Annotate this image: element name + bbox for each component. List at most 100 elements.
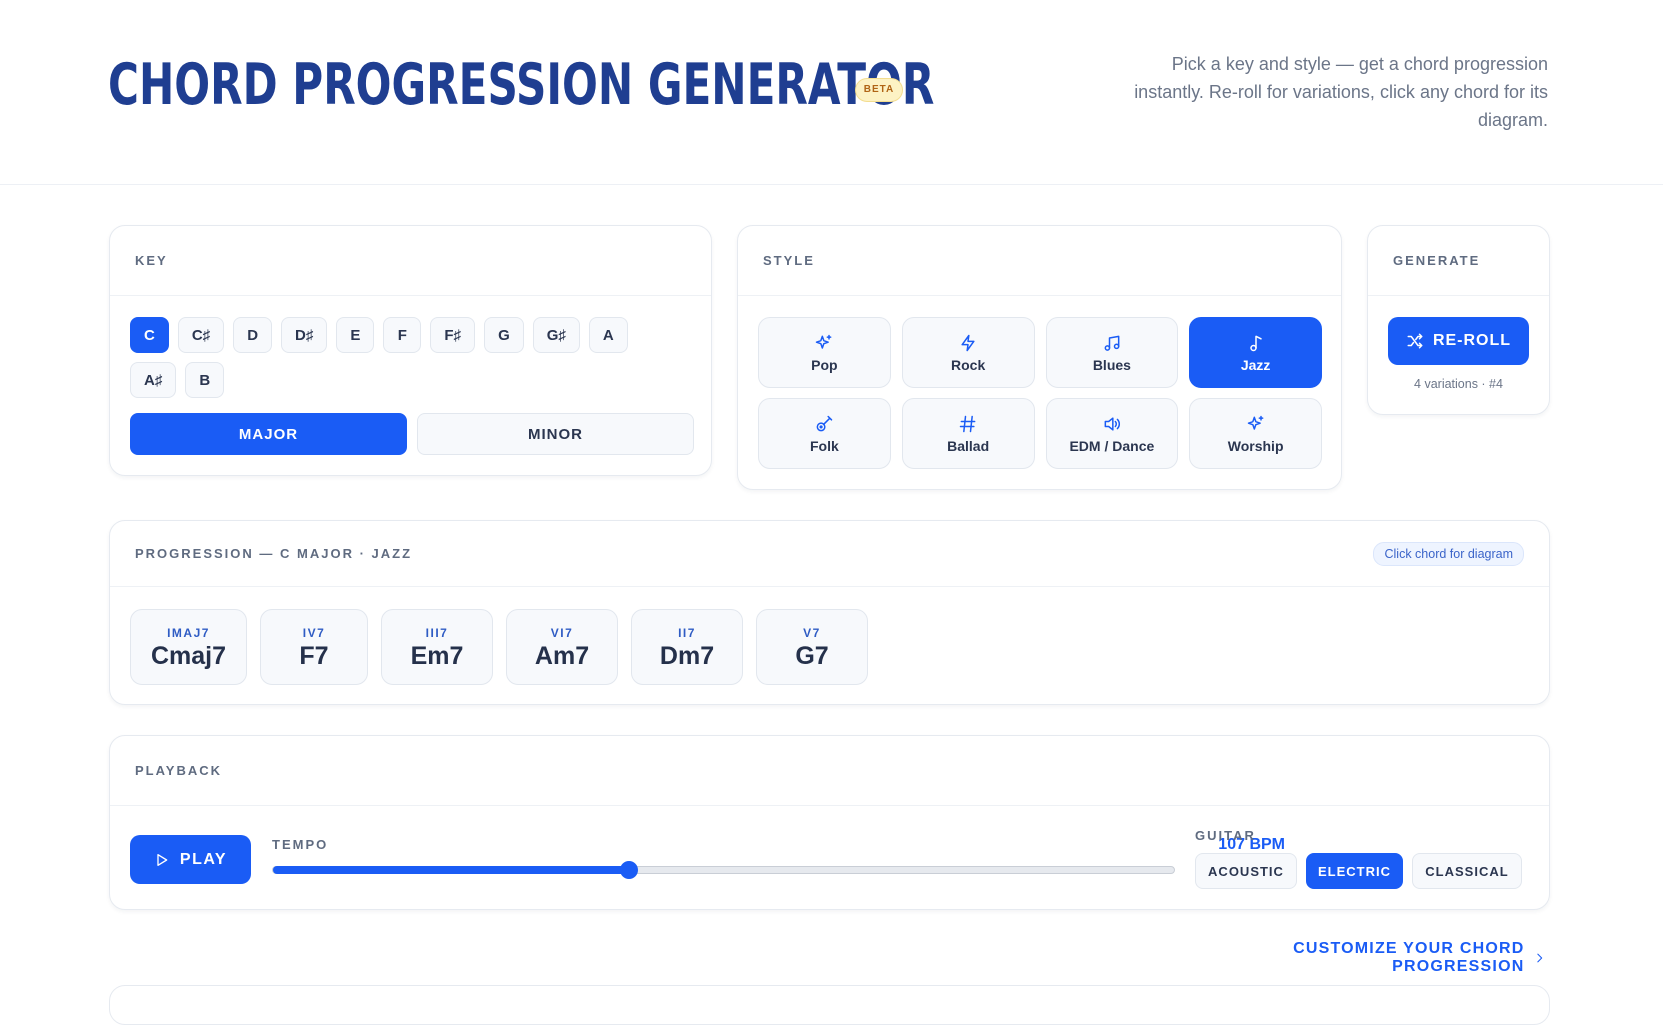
chord-card-f7[interactable]: IV7 F7 xyxy=(260,609,368,685)
playback-card: PLAYBACK PLAY TEMPO 107 BPM GUITAR ACOUS… xyxy=(109,735,1550,910)
key-button-c[interactable]: C xyxy=(130,317,169,353)
chord-name: Am7 xyxy=(534,641,590,670)
key-label: KEY xyxy=(135,253,168,268)
tempo-bpm: 107 BPM xyxy=(1218,836,1285,853)
play-icon xyxy=(157,853,168,866)
style-button-blues[interactable]: Blues xyxy=(1045,317,1179,388)
chord-list: IMAJ7 Cmaj7 IV7 F7 III7 Em7 VI7 Am7 II7 … xyxy=(130,609,868,685)
progression-label: PROGRESSION — C MAJOR · JAZZ xyxy=(135,546,413,561)
generate-label: GENERATE xyxy=(1393,253,1481,268)
tempo-label: TEMPO xyxy=(272,837,329,852)
chord-numeral: VI7 xyxy=(550,625,574,640)
next-card-edge xyxy=(109,985,1550,1025)
play-label: PLAY xyxy=(179,850,228,868)
style-button-label: EDM / Dance xyxy=(1069,437,1155,454)
style-card-header: STYLE xyxy=(738,226,1341,296)
chord-name: Em7 xyxy=(410,641,464,670)
chord-numeral: II7 xyxy=(678,625,696,640)
guitar-icon xyxy=(816,415,833,431)
style-button-edm-dance[interactable]: EDM / Dance xyxy=(1045,398,1179,469)
key-card: KEY C C♯ D D♯ E F F♯ G G♯ A A♯ B MAJOR M… xyxy=(109,225,712,476)
style-button-label: Rock xyxy=(951,356,986,373)
page-tagline: Pick a key and style — get a chord progr… xyxy=(1134,54,1548,130)
music-notes-icon xyxy=(1104,335,1120,351)
key-card-header: KEY xyxy=(110,226,711,296)
style-button-folk[interactable]: Folk xyxy=(758,398,891,469)
chord-name: G7 xyxy=(795,641,829,670)
music-note-icon xyxy=(1249,335,1262,351)
guitar-label: GUITAR xyxy=(1195,828,1256,843)
style-label: STYLE xyxy=(763,253,815,268)
chord-card-em7[interactable]: III7 Em7 xyxy=(381,609,493,685)
customize-link-label: CUSTOMIZE YOUR CHORD PROGRESSION xyxy=(1293,940,1525,975)
key-selector: C C♯ D D♯ E F F♯ G G♯ A A♯ B xyxy=(130,317,670,398)
tempo-slider[interactable] xyxy=(272,861,1175,879)
lightning-icon xyxy=(961,334,975,351)
key-button-g-sharp[interactable]: G♯ xyxy=(532,317,580,353)
speaker-icon xyxy=(1104,416,1120,431)
major-button[interactable]: MAJOR xyxy=(130,413,407,455)
reroll-label: RE-ROLL xyxy=(1432,332,1512,349)
chord-name: Cmaj7 xyxy=(150,641,227,670)
hash-icon xyxy=(959,415,976,432)
beta-badge: BETA xyxy=(855,78,903,102)
style-button-ballad[interactable]: Ballad xyxy=(901,398,1035,469)
style-button-label: Ballad xyxy=(947,437,990,454)
key-button-c-sharp[interactable]: C♯ xyxy=(177,317,225,353)
progression-card: PROGRESSION — C MAJOR · JAZZ Click chord… xyxy=(109,520,1550,705)
key-button-e[interactable]: E xyxy=(336,317,375,353)
style-grid: Pop Rock Blues Jazz Folk Ballad EDM / Da… xyxy=(758,317,1322,469)
guitar-selector: ACOUSTIC ELECTRIC CLASSICAL xyxy=(1195,853,1522,889)
chord-card-cmaj7[interactable]: IMAJ7 Cmaj7 xyxy=(130,609,247,685)
guitar-button-acoustic[interactable]: ACOUSTIC xyxy=(1195,853,1297,889)
key-button-g[interactable]: G xyxy=(484,317,524,353)
style-button-worship[interactable]: Worship xyxy=(1189,398,1322,469)
generate-card: GENERATE RE-ROLL 4 variations · #4 xyxy=(1367,225,1550,415)
style-button-label: Worship xyxy=(1227,437,1284,454)
mode-toggle: MAJOR MINOR xyxy=(130,413,694,455)
chord-numeral: IV7 xyxy=(302,625,326,640)
key-button-d[interactable]: D xyxy=(233,317,273,353)
chevron-right-icon xyxy=(1537,953,1543,963)
chord-card-g7[interactable]: V7 G7 xyxy=(756,609,868,685)
guitar-button-electric[interactable]: ELECTRIC xyxy=(1306,853,1403,889)
generate-card-header: GENERATE xyxy=(1368,226,1549,296)
key-button-d-sharp[interactable]: D♯ xyxy=(281,317,328,353)
play-button[interactable]: PLAY xyxy=(130,835,251,884)
variations-count: 4 variations · #4 xyxy=(1414,377,1503,391)
chord-card-am7[interactable]: VI7 Am7 xyxy=(506,609,618,685)
chord-name: Dm7 xyxy=(659,641,715,670)
tempo-slider-fill xyxy=(273,866,629,874)
chord-numeral: V7 xyxy=(803,625,821,640)
sparkles-icon xyxy=(1247,415,1264,430)
key-button-f-sharp[interactable]: F♯ xyxy=(430,317,476,353)
minor-button[interactable]: MINOR xyxy=(417,413,694,455)
chord-card-dm7[interactable]: II7 Dm7 xyxy=(631,609,743,685)
key-button-b[interactable]: B xyxy=(185,362,225,398)
style-button-label: Blues xyxy=(1092,356,1131,373)
key-button-a-sharp[interactable]: A♯ xyxy=(130,362,177,398)
sparkles-icon xyxy=(816,334,832,349)
chord-name: F7 xyxy=(299,641,329,670)
style-button-label: Folk xyxy=(809,437,839,454)
chord-numeral: III7 xyxy=(425,625,449,640)
guitar-button-classical[interactable]: CLASSICAL xyxy=(1412,853,1522,889)
style-button-pop[interactable]: Pop xyxy=(758,317,891,388)
style-button-jazz[interactable]: Jazz xyxy=(1189,317,1322,388)
tempo-slider-thumb[interactable] xyxy=(619,861,638,879)
chord-numeral: IMAJ7 xyxy=(167,625,210,640)
reroll-button[interactable]: RE-ROLL xyxy=(1388,317,1529,365)
shuffle-icon xyxy=(1407,333,1423,349)
customize-link[interactable]: CUSTOMIZE YOUR CHORD PROGRESSION xyxy=(1170,940,1546,976)
style-card: STYLE Pop Rock Blues Jazz Folk Ballad ED… xyxy=(737,225,1342,490)
key-button-f[interactable]: F xyxy=(383,317,422,353)
playback-card-header: PLAYBACK xyxy=(110,736,1549,806)
key-button-a[interactable]: A xyxy=(588,317,628,353)
style-button-label: Jazz xyxy=(1240,356,1271,373)
playback-label: PLAYBACK xyxy=(135,763,223,778)
progression-card-header: PROGRESSION — C MAJOR · JAZZ Click chord… xyxy=(110,521,1549,587)
page-header: CHORD PROGRESSION GENERATOR BETA Pick a … xyxy=(0,0,1663,185)
style-button-rock[interactable]: Rock xyxy=(901,317,1035,388)
style-button-label: Pop xyxy=(811,356,838,373)
page-title: CHORD PROGRESSION GENERATOR xyxy=(108,52,935,118)
